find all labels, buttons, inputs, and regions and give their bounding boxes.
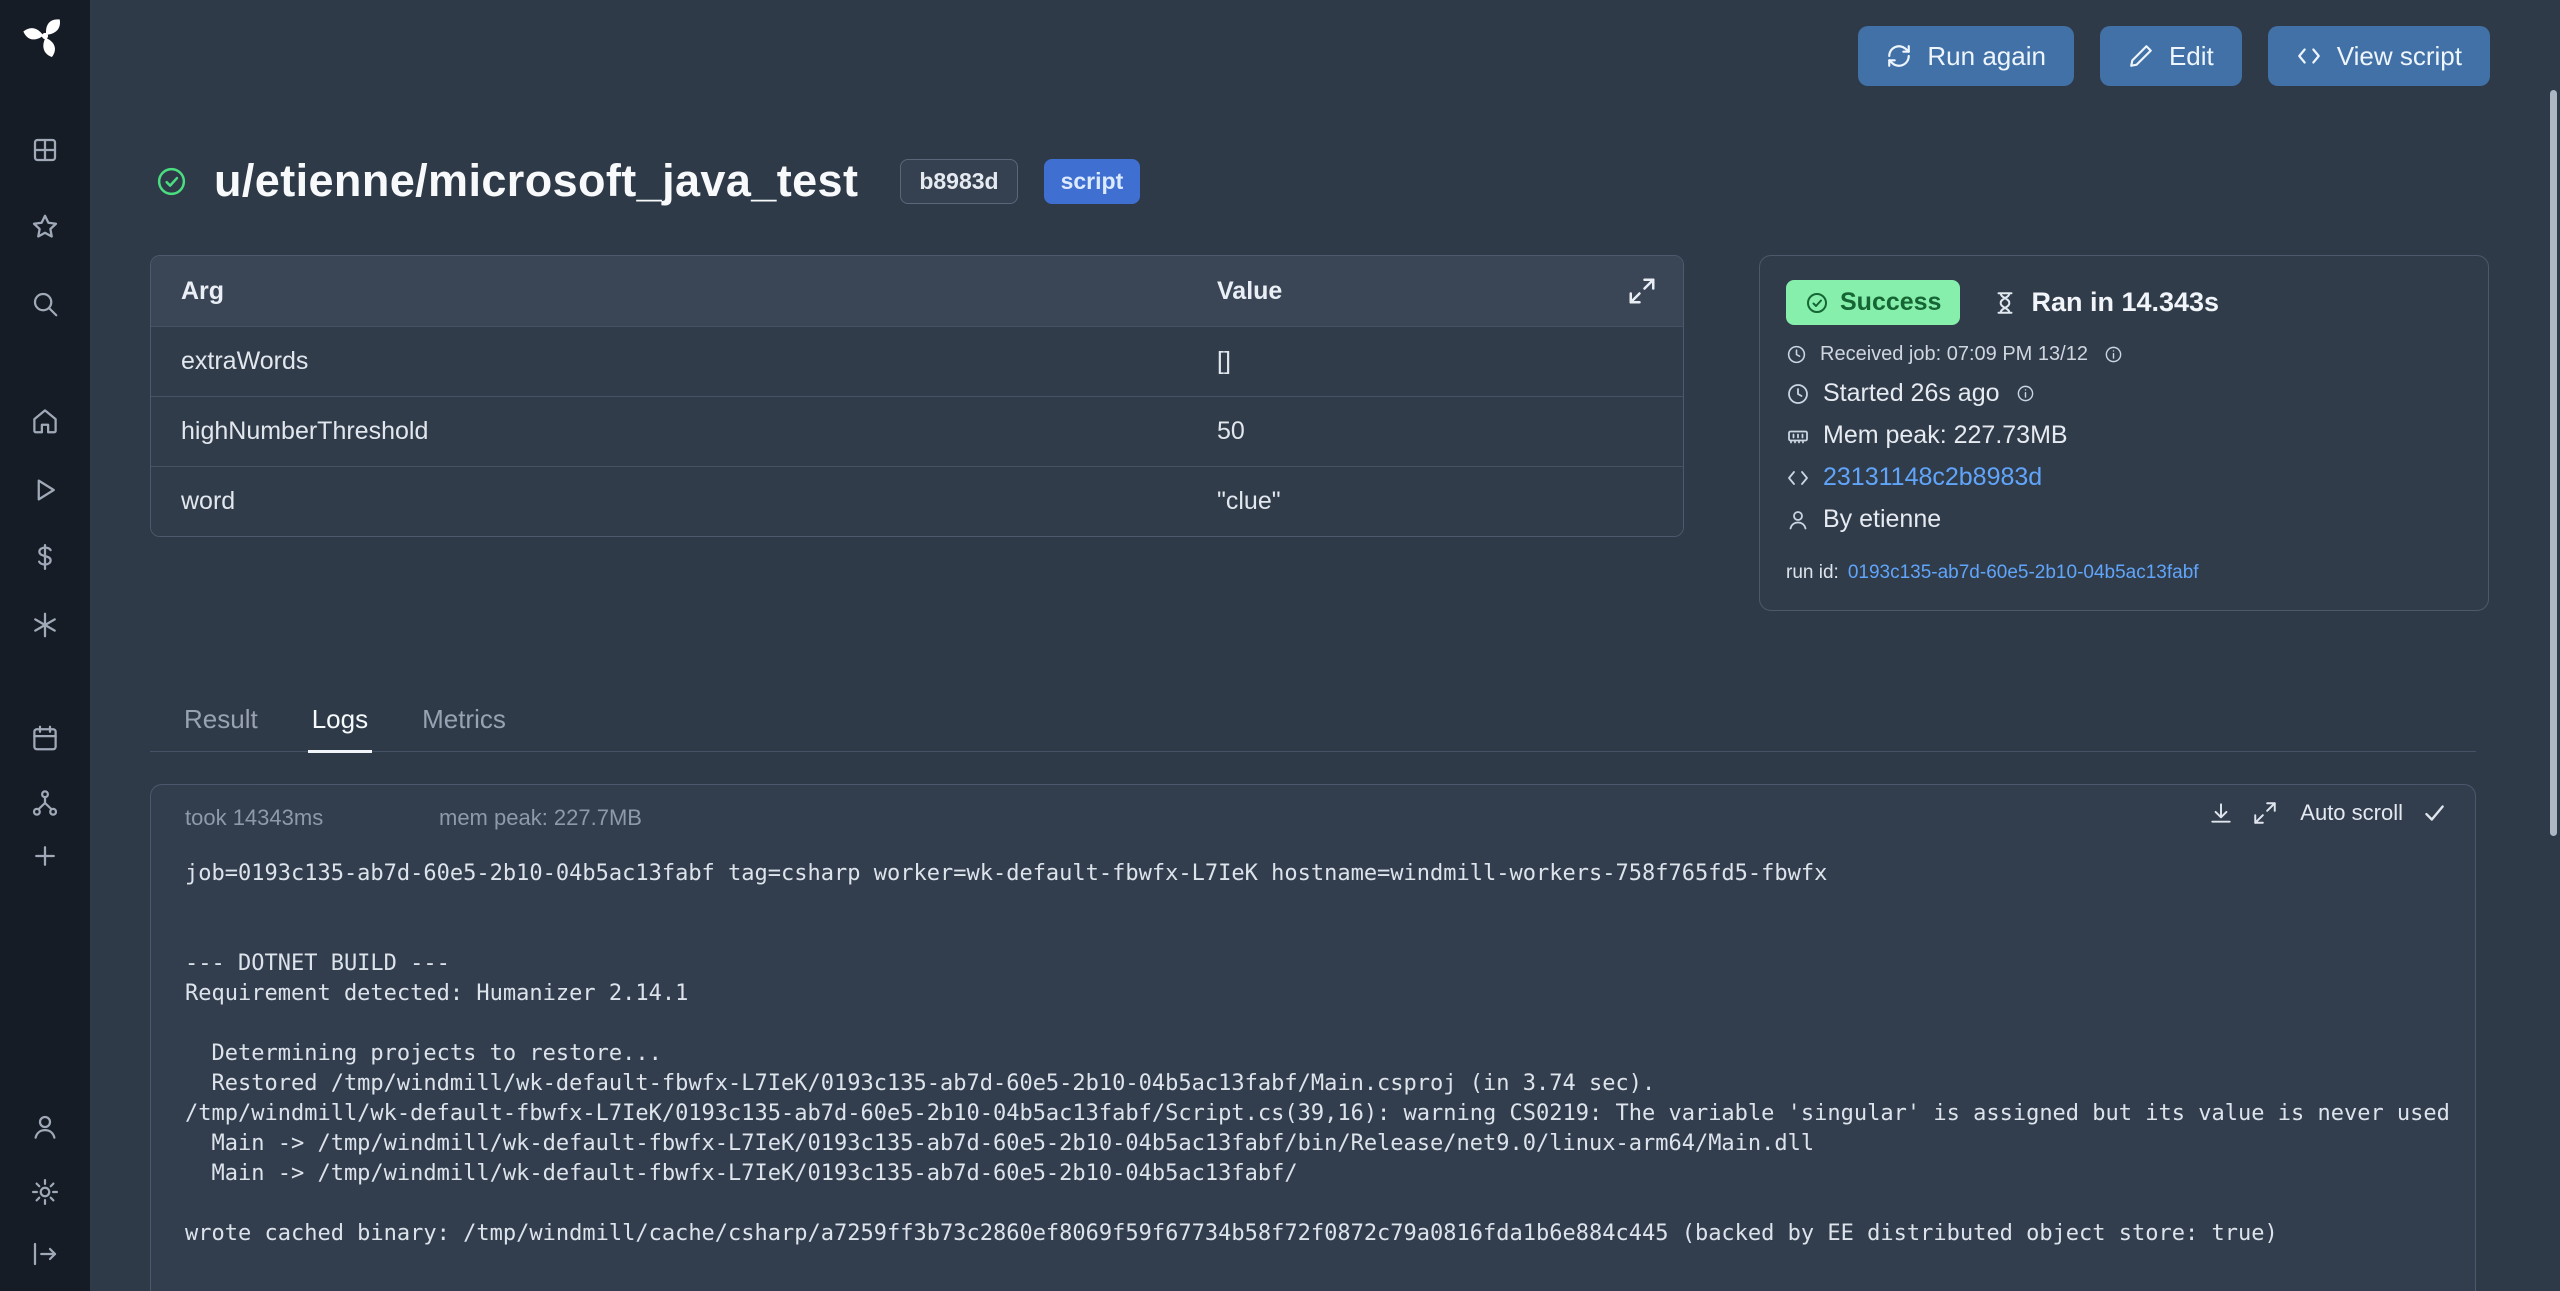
code-icon [1786,466,1810,490]
pencil-icon [2128,43,2154,69]
variables-dollar-icon[interactable] [30,542,60,572]
took-label: took 14343ms [185,805,323,831]
collapse-sidebar-arrow-icon[interactable] [30,1239,60,1269]
windmill-logo-icon[interactable] [22,13,68,59]
script-hash-row: 23131148c2b8983d [1786,463,2462,492]
mem-peak-label: Mem peak: 227.73MB [1823,421,2068,450]
table-row: word "clue" [151,466,1683,536]
auto-scroll-check-icon[interactable] [2421,800,2447,826]
job-status-card: Success Ran in 14.343s Received job: 07:… [1759,255,2489,611]
home-icon[interactable] [30,406,60,436]
info-icon[interactable] [2104,345,2123,364]
edit-button[interactable]: Edit [2100,26,2242,86]
runs-play-icon[interactable] [30,475,60,505]
flows-branch-icon[interactable] [30,788,60,818]
logs-mem-peak-label: mem peak: 227.7MB [439,805,642,831]
info-icon[interactable] [2016,384,2035,403]
page-scrollbar-thumb[interactable] [2550,90,2557,836]
version-hash-badge: b8983d [900,159,1017,204]
add-plus-icon[interactable] [30,841,60,871]
arg-name: highNumberThreshold [151,417,1217,446]
received-row: Received job: 07:09 PM 13/12 [1786,343,2462,366]
received-label: Received job: 07:09 PM 13/12 [1820,343,2088,366]
main-content: Run again Edit View script u/etienne/mic… [90,0,2560,1291]
duration-label: Ran in 14.343s [2031,287,2219,318]
toolbar: Run again Edit View script [1858,26,2490,86]
tab-logs[interactable]: Logs [308,704,372,753]
title-row: u/etienne/microsoft_java_test b8983d scr… [155,148,1140,214]
tab-metrics[interactable]: Metrics [418,704,510,753]
status-badge: Success [1786,280,1960,325]
logs-panel: took 14343ms mem peak: 227.7MB Auto scro… [150,784,2476,1291]
arg-name: word [151,487,1217,516]
user-icon[interactable] [30,1112,60,1142]
resources-asterisk-icon[interactable] [30,610,60,640]
expand-logs-icon[interactable] [2252,800,2278,826]
logs-header: took 14343ms mem peak: 227.7MB Auto scro… [151,785,2475,845]
duration: Ran in 14.343s [1992,287,2219,318]
run-again-button[interactable]: Run again [1858,26,2074,86]
arg-value: "clue" [1217,487,1281,516]
table-row: extraWords [] [151,326,1683,396]
search-icon[interactable] [30,289,60,319]
hourglass-icon [1992,290,2018,316]
clock-icon [1786,382,1810,406]
log-output: job=0193c135-ab7d-60e5-2b10-04b5ac13fabf… [151,845,2475,1249]
check-circle-icon [1805,291,1829,315]
run-again-label: Run again [1927,41,2046,72]
clock-icon [1786,344,1807,365]
refresh-icon [1886,43,1912,69]
edit-label: Edit [2169,41,2214,72]
arg-value: [] [1217,347,1231,376]
code-icon [2296,43,2322,69]
settings-gear-icon[interactable] [30,1177,60,1207]
status-row: Success Ran in 14.343s [1786,280,2462,325]
view-script-button[interactable]: View script [2268,26,2490,86]
download-logs-icon[interactable] [2208,800,2234,826]
args-col-value: Value [1217,277,1282,306]
args-table: Arg Value extraWords [] highNumberThresh… [150,255,1684,537]
auto-scroll-label[interactable]: Auto scroll [2300,800,2403,826]
apps-icon[interactable] [30,135,60,165]
tab-result[interactable]: Result [180,704,262,753]
arg-value: 50 [1217,417,1245,446]
sidebar [0,0,90,1291]
schedules-calendar-icon[interactable] [30,723,60,753]
mem-peak-row: Mem peak: 227.73MB [1786,421,2462,450]
page-title: u/etienne/microsoft_java_test [214,155,858,207]
arg-name: extraWords [151,347,1217,376]
favorites-star-icon[interactable] [30,212,60,242]
run-id-row: run id: 0193c135-ab7d-60e5-2b10-04b5ac13… [1786,562,2462,584]
success-check-circle-icon [155,165,188,198]
view-script-label: View script [2337,41,2462,72]
tabs: Result Logs Metrics [150,704,2476,752]
table-row: highNumberThreshold 50 [151,396,1683,466]
started-label: Started 26s ago [1823,379,2000,408]
memory-chip-icon [1786,424,1810,448]
run-id-label: run id: [1786,562,1839,584]
author-row: By etienne [1786,505,2462,534]
script-hash-link[interactable]: 23131148c2b8983d [1823,463,2042,492]
status-label: Success [1840,288,1941,317]
started-row: Started 26s ago [1786,379,2462,408]
expand-args-icon[interactable] [1627,276,1657,306]
logs-controls: Auto scroll [2208,800,2447,826]
args-table-header: Arg Value [151,256,1683,326]
script-type-badge: script [1044,159,1141,204]
user-icon [1786,508,1810,532]
run-id-link[interactable]: 0193c135-ab7d-60e5-2b10-04b5ac13fabf [1848,562,2199,584]
author-label: By etienne [1823,505,1941,534]
args-col-arg: Arg [151,277,1217,306]
